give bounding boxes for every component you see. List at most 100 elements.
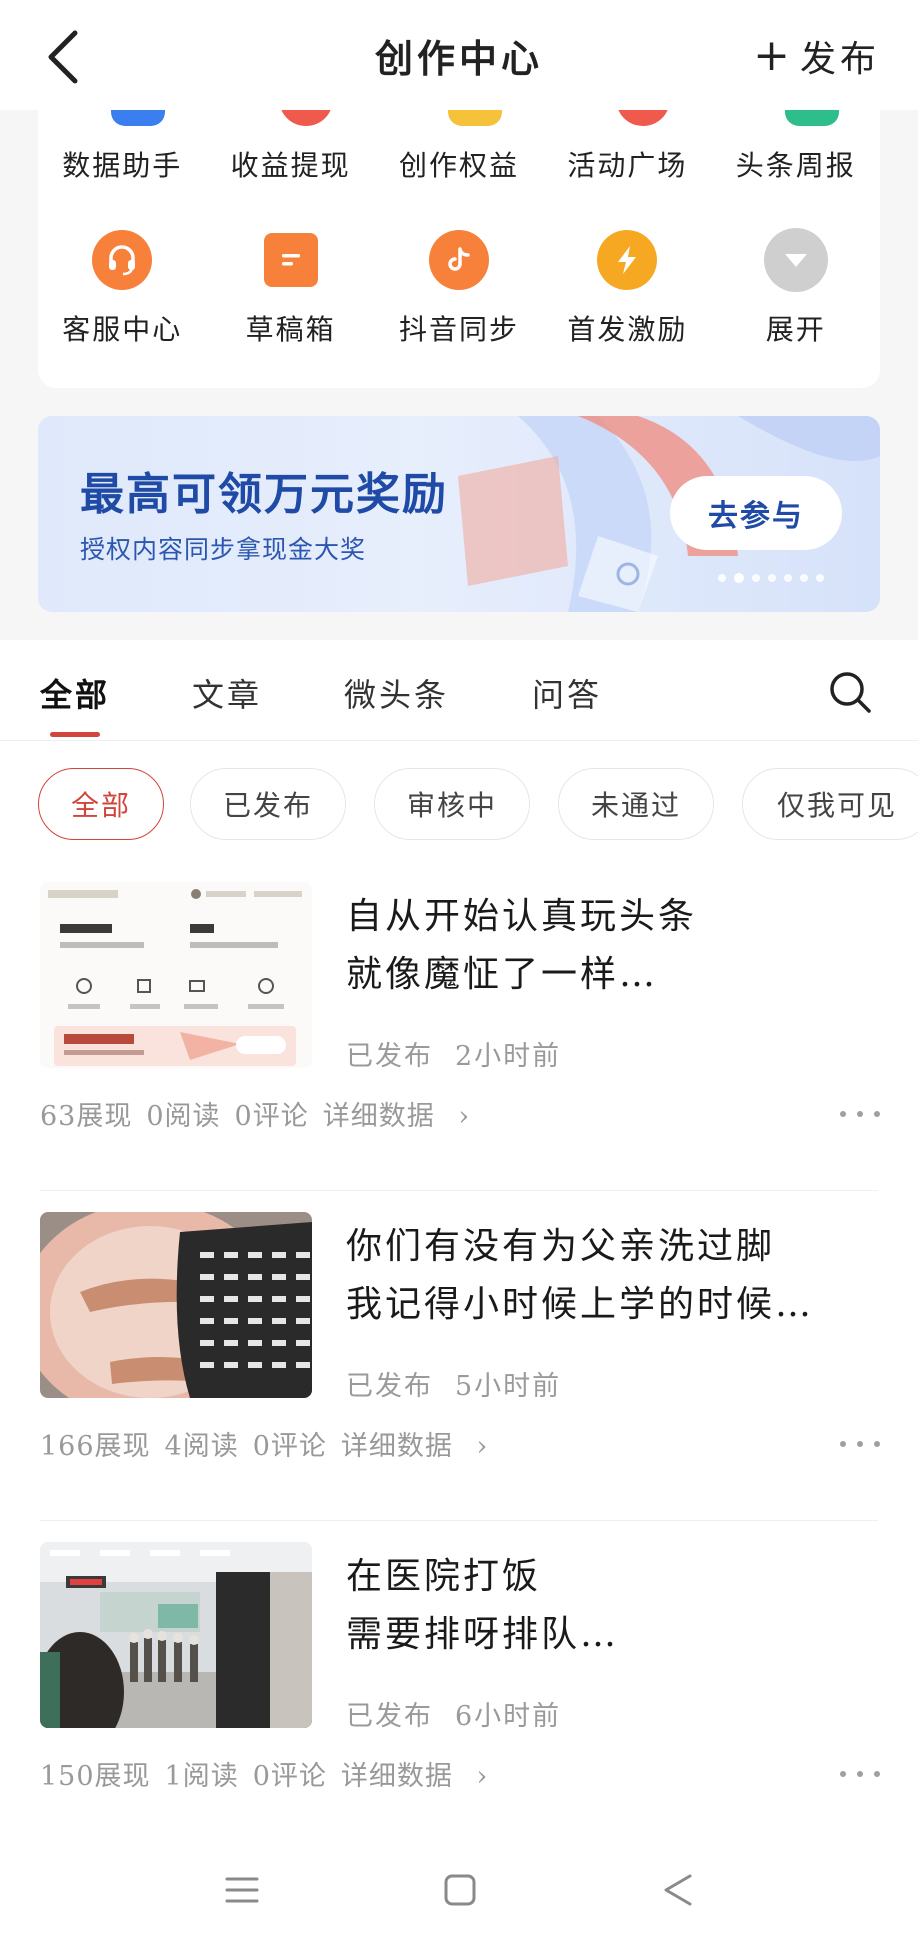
post-meta: 已发布 5小时前: [346, 1364, 561, 1403]
post-comments: 0评论: [234, 1101, 309, 1132]
chevron-right-icon: ›: [476, 1761, 489, 1792]
home-button[interactable]: [430, 1860, 490, 1920]
post-title: 你们有没有为父亲洗过脚 我记得小时候上学的时候…: [346, 1218, 886, 1334]
tool-label: 客服中心: [62, 313, 183, 346]
tool-first-publish-reward[interactable]: 首发激励: [543, 230, 711, 348]
post-reads: 0阅读: [146, 1101, 221, 1132]
tools-row-1: 数据助手 收益提现 创作权益 活动广场 头条周报: [38, 144, 880, 184]
publish-label: 发布: [799, 39, 880, 80]
chevron-down-icon: [763, 228, 828, 292]
post-stats: 166展现 4阅读 0评论 详细数据 ›: [40, 1424, 516, 1463]
post-views: 150展现: [40, 1761, 151, 1792]
post-title-line: 需要排呀排队…: [346, 1614, 620, 1655]
system-nav-bar: [0, 1830, 918, 1957]
tab-micro-posts[interactable]: 微头条: [344, 670, 449, 716]
tool-drafts[interactable]: 草稿箱: [206, 230, 374, 348]
tool-creator-rights[interactable]: 创作权益: [375, 144, 543, 184]
post-time: 6小时前: [455, 1701, 562, 1732]
tool-label: 收益提现: [230, 149, 351, 182]
filter-published[interactable]: 已发布: [190, 768, 346, 840]
plus-icon: +: [753, 30, 794, 81]
detail-data-label: 详细数据: [340, 1431, 453, 1462]
content-tabs: 全部 文章 微头条 问答: [0, 640, 918, 741]
post-thumbnail: [40, 882, 312, 1068]
tools-grid: 数据助手 收益提现 创作权益 活动广场 头条周报 客服中心 草稿箱 抖音同步 首…: [38, 110, 880, 388]
banner-title: 最高可领万元奖励: [80, 469, 448, 520]
post-item[interactable]: 你们有没有为父亲洗过脚 我记得小时候上学的时候… 已发布 5小时前 166展现 4阅…: [0, 1212, 918, 1522]
detail-data-label: 详细数据: [340, 1761, 453, 1792]
detail-data-link[interactable]: 详细数据 ›: [341, 1761, 502, 1792]
headset-icon: [92, 230, 153, 290]
post-title: 在医院打饭 需要排呀排队…: [346, 1548, 886, 1664]
menu-icon: [225, 1877, 259, 1903]
filter-all[interactable]: 全部: [38, 768, 164, 840]
carousel-dot: [768, 574, 776, 582]
tool-label: 数据助手: [62, 149, 183, 182]
post-thumbnail: [40, 1542, 312, 1728]
tool-customer-service[interactable]: 客服中心: [38, 230, 206, 348]
carousel-dot-active: [734, 573, 744, 583]
post-status: 已发布: [346, 1371, 433, 1402]
tool-earnings-withdraw[interactable]: 收益提现: [206, 144, 374, 184]
tool-activity-plaza[interactable]: 活动广场: [543, 144, 711, 184]
douyin-icon: [428, 230, 489, 290]
post-time: 2小时前: [455, 1041, 562, 1072]
publish-button[interactable]: + 发布: [753, 28, 880, 84]
post-views: 63展现: [40, 1101, 133, 1132]
home-square-icon: [444, 1874, 476, 1906]
carousel-dot: [816, 574, 824, 582]
post-title: 自从开始认真玩头条 就像魔怔了一样…: [346, 888, 886, 1004]
more-options-button[interactable]: [840, 1104, 880, 1124]
filter-reviewing[interactable]: 审核中: [374, 768, 530, 840]
join-button[interactable]: 去参与: [670, 476, 842, 550]
tool-label: 首发激励: [567, 313, 688, 346]
post-title-line: 你们有没有为父亲洗过脚: [346, 1226, 776, 1267]
tool-data-assistant[interactable]: 数据助手: [38, 144, 206, 184]
tab-articles[interactable]: 文章: [192, 670, 262, 716]
post-stats: 150展现 1阅读 0评论 详细数据 ›: [40, 1754, 516, 1793]
filter-private[interactable]: 仅我可见: [742, 768, 918, 840]
carousel-dot: [718, 574, 726, 582]
post-title-line: 我记得小时候上学的时候…: [346, 1284, 815, 1325]
post-reads: 4阅读: [164, 1431, 239, 1462]
post-comments: 0评论: [252, 1431, 327, 1462]
search-icon: [830, 672, 871, 713]
tab-all[interactable]: 全部: [40, 670, 110, 716]
carousel-indicator: [718, 573, 824, 583]
tool-weekly-report[interactable]: 头条周报: [712, 144, 880, 184]
divider: [40, 1520, 878, 1521]
post-views: 166展现: [40, 1431, 151, 1462]
tool-label: 创作权益: [398, 149, 519, 182]
detail-data-link[interactable]: 详细数据 ›: [323, 1101, 484, 1132]
draft-icon: [263, 233, 318, 287]
tool-label: 草稿箱: [245, 313, 336, 346]
tool-expand[interactable]: 展开: [712, 228, 880, 348]
post-item[interactable]: 自从开始认真玩头条 就像魔怔了一样… 已发布 2小时前 63展现 0阅读 0评论 详细数…: [0, 882, 918, 1192]
promo-banner[interactable]: 最高可领万元奖励 授权内容同步拿现金大奖 去参与: [38, 416, 880, 612]
detail-data-label: 详细数据: [322, 1101, 435, 1132]
post-time: 5小时前: [455, 1371, 562, 1402]
tools-row-2: 客服中心 草稿箱 抖音同步 首发激励 展开: [38, 228, 880, 348]
search-button[interactable]: [826, 668, 874, 716]
post-status: 已发布: [346, 1041, 433, 1072]
post-reads: 1阅读: [164, 1761, 239, 1792]
post-item[interactable]: 在医院打饭 需要排呀排队… 已发布 6小时前 150展现 1阅读 0评论 详细数据 ›: [0, 1542, 918, 1852]
tab-qa[interactable]: 问答: [532, 670, 602, 716]
menu-button[interactable]: [212, 1860, 272, 1920]
more-options-button[interactable]: [840, 1434, 880, 1454]
lightning-icon: [597, 230, 658, 290]
back-triangle-icon: [664, 1874, 692, 1906]
detail-data-link[interactable]: 详细数据 ›: [341, 1431, 502, 1462]
content-list: 全部 文章 微头条 问答 全部 已发布 审核中 未通过 仅我可见 自从开始认真玩…: [0, 640, 918, 1851]
top-bar: 创作中心 + 发布: [0, 0, 918, 110]
filter-rejected[interactable]: 未通过: [558, 768, 714, 840]
report-icon: [785, 110, 839, 126]
active-tab-indicator: [50, 732, 100, 737]
divider: [40, 1190, 878, 1191]
back-nav-button[interactable]: [648, 1860, 708, 1920]
carousel-dot: [752, 574, 760, 582]
tool-douyin-sync[interactable]: 抖音同步: [375, 230, 543, 348]
more-options-button[interactable]: [840, 1764, 880, 1784]
money-icon: [279, 110, 333, 126]
tool-label: 抖音同步: [398, 313, 519, 346]
